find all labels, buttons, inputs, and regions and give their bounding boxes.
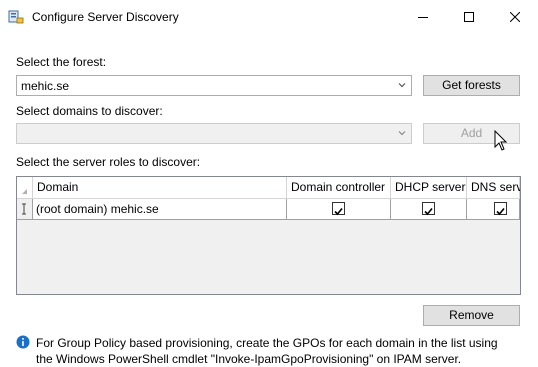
maximize-button[interactable] bbox=[446, 0, 492, 34]
close-button[interactable] bbox=[492, 0, 538, 34]
info-icon bbox=[16, 335, 30, 352]
domains-label: Select domains to discover: bbox=[16, 104, 163, 118]
corner-triangle-icon bbox=[22, 189, 27, 194]
domains-select[interactable] bbox=[16, 123, 412, 144]
minimize-button[interactable] bbox=[400, 0, 446, 34]
mouse-cursor-icon bbox=[494, 129, 508, 155]
column-header-domain[interactable]: Domain bbox=[33, 177, 287, 198]
forest-select[interactable]: mehic.se bbox=[16, 75, 412, 96]
column-header-dns-server[interactable]: DNS server bbox=[467, 177, 520, 198]
dns-server-checkbox[interactable] bbox=[494, 202, 507, 216]
dhcp-server-checkbox[interactable] bbox=[422, 202, 435, 216]
domain-controller-checkbox[interactable] bbox=[332, 202, 345, 216]
row-edit-icon bbox=[22, 203, 26, 215]
window-title: Configure Server Discovery bbox=[32, 10, 179, 24]
chevron-down-icon bbox=[398, 83, 406, 88]
maximize-icon bbox=[464, 12, 474, 22]
info-text: For Group Policy based provisioning, cre… bbox=[36, 336, 498, 366]
checkmark-icon bbox=[334, 207, 343, 216]
configure-server-discovery-dialog: Configure Server Discovery Select the fo… bbox=[0, 0, 538, 366]
server-app-icon bbox=[8, 10, 24, 24]
get-forests-button[interactable]: Get forests bbox=[423, 75, 520, 96]
title-bar: Configure Server Discovery bbox=[0, 0, 538, 34]
chevron-down-icon bbox=[398, 131, 406, 136]
roles-label: Select the server roles to discover: bbox=[16, 155, 201, 169]
dns-server-cell bbox=[467, 199, 520, 219]
forest-label: Select the forest: bbox=[16, 55, 107, 69]
checkmark-icon bbox=[424, 207, 433, 216]
table-row[interactable]: (root domain) mehic.se bbox=[17, 199, 520, 220]
forest-value: mehic.se bbox=[21, 79, 70, 93]
close-icon bbox=[510, 12, 520, 22]
dhcp-server-cell bbox=[391, 199, 467, 219]
domain-cell: (root domain) mehic.se bbox=[33, 199, 287, 219]
grid-header: Domain Domain controller DHCP server DNS… bbox=[17, 177, 520, 199]
server-roles-grid: Domain Domain controller DHCP server DNS… bbox=[16, 176, 521, 295]
remove-button[interactable]: Remove bbox=[423, 305, 520, 326]
column-header-domain-controller[interactable]: Domain controller bbox=[287, 177, 391, 198]
column-header-dhcp-server[interactable]: DHCP server bbox=[391, 177, 467, 198]
row-header[interactable] bbox=[17, 199, 33, 219]
select-all-corner[interactable] bbox=[17, 177, 33, 198]
minimize-icon bbox=[418, 17, 428, 18]
checkmark-icon bbox=[496, 207, 505, 216]
domain-controller-cell bbox=[287, 199, 391, 219]
